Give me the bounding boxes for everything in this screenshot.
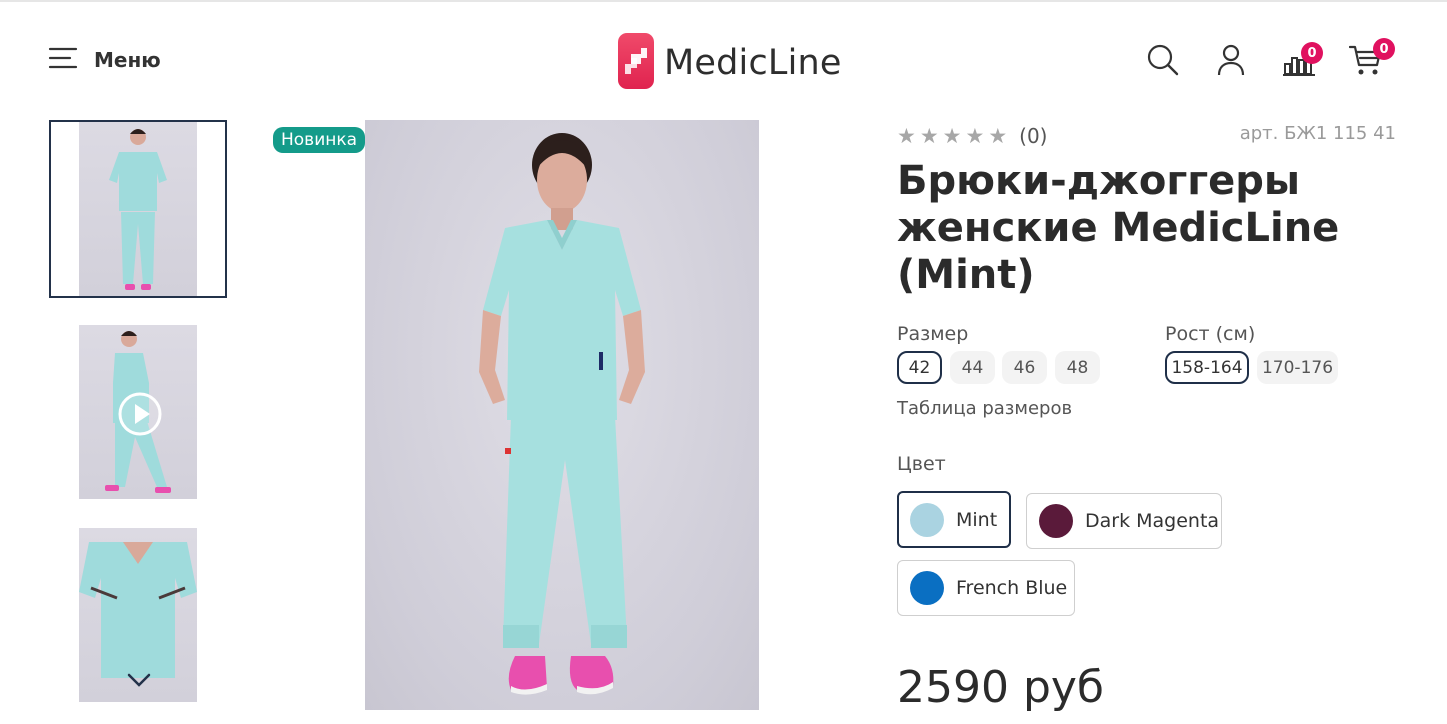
compare-count-badge: 0 [1301,42,1323,64]
color-name: Mint [956,508,998,531]
star-icon: ★ [897,123,916,148]
star-icon: ★ [988,123,1008,148]
gallery-thumb-closeup[interactable] [49,526,227,704]
play-video-icon[interactable] [117,391,163,437]
product-sku: арт. БЖ1 115 41 [1239,123,1396,144]
star-icon: ★ [942,123,962,148]
logo-text: MedicLine [664,43,842,83]
main-product-photo[interactable] [365,120,759,710]
size-option-48[interactable]: 48 [1055,351,1100,384]
site-logo[interactable]: MedicLine [618,33,842,93]
color-swatch [910,571,944,605]
rating-count: (0) [1019,124,1048,148]
menu-button[interactable]: Меню [48,46,161,74]
search-icon [1147,44,1179,76]
color-swatch [910,502,944,537]
user-icon [1217,44,1245,76]
account-button[interactable] [1217,44,1245,80]
menu-label: Меню [94,48,161,72]
color-option-dark-magenta[interactable]: Dark Magenta [1026,493,1222,549]
gallery-thumb-front[interactable] [49,120,227,298]
new-badge: Новинка [273,127,366,153]
cart-count-badge: 0 [1373,38,1395,60]
thumb-photo-front [79,122,197,296]
color-name: French Blue [956,577,1068,599]
search-button[interactable] [1147,44,1179,80]
color-option-mint[interactable]: Mint [897,491,1011,548]
logo-cross-icon [618,33,654,93]
rating-stars[interactable]: ★ ★ ★ ★ ★ (0) [897,124,1047,148]
size-option-46[interactable]: 46 [1002,351,1047,384]
size-table-link[interactable]: Таблица размеров [897,398,1072,419]
size-option-42[interactable]: 42 [897,351,942,384]
scroll-down-chevron-icon[interactable] [127,672,151,688]
product-title: Брюки-джоггеры женские MedicLine (Mint) [897,158,1340,298]
height-label: Рост (см) [1165,323,1256,345]
color-option-french-blue[interactable]: French Blue [897,560,1075,616]
size-option-44[interactable]: 44 [950,351,995,384]
star-icon: ★ [965,123,985,148]
color-swatch [1039,504,1073,538]
height-option-170-176[interactable]: 170-176 [1257,351,1338,384]
cart-button[interactable]: 0 [1348,38,1395,80]
compare-button[interactable]: 0 [1283,42,1323,80]
color-label: Цвет [897,453,946,475]
star-icon: ★ [919,123,939,148]
size-label: Размер [897,323,969,345]
hamburger-icon [48,46,78,74]
color-name: Dark Magenta [1085,510,1220,532]
gallery-thumb-video[interactable] [49,323,227,501]
height-option-158-164[interactable]: 158-164 [1165,351,1249,384]
product-price: 2590 руб [897,662,1105,713]
